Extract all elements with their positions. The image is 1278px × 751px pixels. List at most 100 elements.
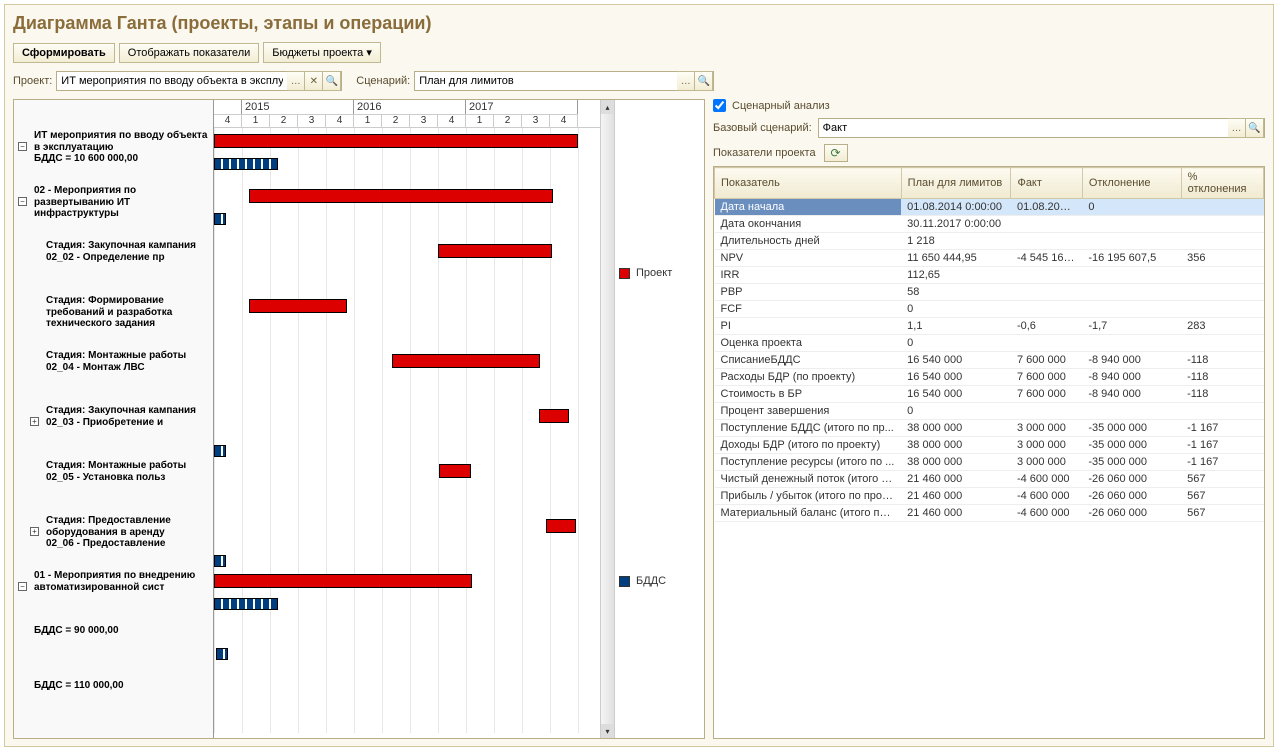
indicator-column-header[interactable]: % отклонения <box>1181 168 1263 199</box>
task-label: 01 - Мероприятия по внедрению автоматизи… <box>34 570 209 593</box>
filter-row: Проект: … ✕ 🔍 Сценарий: … 🔍 <box>13 71 1265 91</box>
show-indicators-button[interactable]: Отображать показатели <box>119 43 259 63</box>
task-row[interactable]: Стадия: Формирование требований и разраб… <box>14 293 213 348</box>
page-title: Диаграмма Ганта (проекты, этапы и операц… <box>13 13 1265 34</box>
indicator-column-header[interactable]: План для лимитов <box>901 168 1011 199</box>
gantt-bar-project[interactable] <box>249 299 347 313</box>
indicator-row[interactable]: FCF0 <box>715 301 1264 318</box>
task-label: БДДС = 90 000,00 <box>34 625 119 637</box>
base-scenario-label: Базовый сценарий: <box>713 122 812 134</box>
task-label: Стадия: Монтажные работы02_05 - Установк… <box>46 460 186 483</box>
toolbar: Сформировать Отображать показатели Бюдже… <box>13 42 1265 63</box>
indicator-row[interactable]: IRR112,65 <box>715 267 1264 284</box>
scroll-down-icon[interactable]: ▾ <box>601 724 614 738</box>
task-row[interactable]: −02 - Мероприятия по развертыванию ИТ ин… <box>14 183 213 238</box>
gantt-bar-project[interactable] <box>439 464 471 478</box>
scenario-input-wrap: … 🔍 <box>414 71 714 91</box>
legend-bdds-label: БДДС <box>636 575 666 587</box>
scenario-input[interactable] <box>415 73 677 89</box>
vertical-scrollbar[interactable]: ▴ ▾ <box>600 100 614 738</box>
base-scenario-input-wrap: … 🔍 <box>818 118 1265 138</box>
indicator-column-header[interactable]: Отклонение <box>1082 168 1181 199</box>
indicator-row[interactable]: Стоимость в БР16 540 0007 600 000-8 940 … <box>715 386 1264 403</box>
expand-icon[interactable]: + <box>30 527 39 536</box>
indicator-row[interactable]: Расходы БДР (по проекту)16 540 0007 600 … <box>715 369 1264 386</box>
gantt-bar-project[interactable] <box>438 244 552 258</box>
gantt-bar-project[interactable] <box>214 134 578 148</box>
project-input[interactable] <box>57 73 287 89</box>
task-label: ИТ мероприятия по вводу объекта в эксплу… <box>34 130 209 165</box>
refresh-button[interactable]: ⟳ <box>824 144 848 162</box>
task-list: −ИТ мероприятия по вводу объекта в экспл… <box>14 100 214 738</box>
gantt-bar-bdds[interactable] <box>216 648 228 660</box>
gantt-legend: Проект БДДС <box>614 100 704 738</box>
indicator-row[interactable]: Дата окончания30.11.2017 0:00:00 <box>715 216 1264 233</box>
task-label: Стадия: Формирование требований и разраб… <box>46 295 209 330</box>
gantt-bar-bdds[interactable] <box>214 213 226 225</box>
indicator-row[interactable]: СписаниеБДДС16 540 0007 600 000-8 940 00… <box>715 352 1264 369</box>
legend-project-label: Проект <box>636 267 672 279</box>
indicator-column-header[interactable]: Факт <box>1011 168 1082 199</box>
task-label: Стадия: Закупочная кампания02_03 - Приоб… <box>46 405 196 428</box>
indicators-pane: Сценарный анализ Базовый сценарий: … 🔍 П… <box>713 99 1265 739</box>
task-row[interactable]: −ИТ мероприятия по вводу объекта в экспл… <box>14 128 213 183</box>
base-scenario-input[interactable] <box>819 120 1228 136</box>
scenario-analysis-checkbox[interactable] <box>713 99 726 112</box>
project-ellipsis-icon[interactable]: … <box>287 71 305 91</box>
base-scenario-ellipsis-icon[interactable]: … <box>1228 118 1246 138</box>
expand-icon[interactable]: + <box>30 417 39 426</box>
project-clear-icon[interactable]: ✕ <box>305 71 323 91</box>
task-label: 02 - Мероприятия по развертыванию ИТ инф… <box>34 185 209 220</box>
task-row[interactable]: Стадия: Закупочная кампания02_02 - Опред… <box>14 238 213 293</box>
project-label: Проект: <box>13 75 52 87</box>
task-row[interactable]: БДДС = 110 000,00 <box>14 678 213 733</box>
gantt-bar-bdds[interactable] <box>214 445 226 457</box>
gantt-bar-bdds[interactable] <box>214 555 226 567</box>
indicator-row[interactable]: Чистый денежный поток (итого п...21 460 … <box>715 471 1264 488</box>
gantt-bar-project[interactable] <box>392 354 540 368</box>
indicators-table[interactable]: ПоказательПлан для лимитовФактОтклонение… <box>713 166 1265 739</box>
indicator-row[interactable]: PBP58 <box>715 284 1264 301</box>
task-row[interactable]: + Стадия: Закупочная кампания02_03 - Прио… <box>14 403 213 458</box>
gantt-bar-project[interactable] <box>249 189 553 203</box>
budgets-dropdown[interactable]: Бюджеты проекта ▾ <box>263 42 381 63</box>
project-input-wrap: … ✕ 🔍 <box>56 71 342 91</box>
base-scenario-search-icon[interactable]: 🔍 <box>1246 118 1264 138</box>
indicator-row[interactable]: Прибыль / убыток (итого по прое...21 460… <box>715 488 1264 505</box>
task-row[interactable]: Стадия: Монтажные работы02_04 - Монтаж Л… <box>14 348 213 403</box>
indicator-row[interactable]: Процент завершения0 <box>715 403 1264 420</box>
indicator-row[interactable]: Доходы БДР (итого по проекту)38 000 0003… <box>715 437 1264 454</box>
indicator-row[interactable]: Оценка проекта0 <box>715 335 1264 352</box>
expand-icon[interactable]: − <box>18 582 27 591</box>
generate-button[interactable]: Сформировать <box>13 43 115 63</box>
indicator-row[interactable]: NPV11 650 444,95-4 545 162,...-16 195 60… <box>715 250 1264 267</box>
task-label: Стадия: Закупочная кампания02_02 - Опред… <box>46 240 196 263</box>
task-row[interactable]: Стадия: Монтажные работы02_05 - Установк… <box>14 458 213 513</box>
indicator-row[interactable]: Поступление БДДС (итого по пр...38 000 0… <box>715 420 1264 437</box>
task-row[interactable]: −01 - Мероприятия по внедрению автоматиз… <box>14 568 213 623</box>
indicator-row[interactable]: Дата начала01.08.2014 0:00:0001.08.2014.… <box>715 199 1264 216</box>
indicators-title: Показатели проекта <box>713 147 816 159</box>
task-row[interactable]: БДДС = 90 000,00 <box>14 623 213 678</box>
scenario-ellipsis-icon[interactable]: … <box>677 71 695 91</box>
legend-red-icon <box>619 268 630 279</box>
expand-icon[interactable]: − <box>18 142 27 151</box>
indicator-row[interactable]: Длительность дней1 218 <box>715 233 1264 250</box>
gantt-bar-bdds[interactable] <box>214 158 278 170</box>
scenario-search-icon[interactable]: 🔍 <box>695 71 713 91</box>
indicator-row[interactable]: PI1,1-0,6-1,7283 <box>715 318 1264 335</box>
indicator-row[interactable]: Поступление ресурсы (итого по ...38 000 … <box>715 454 1264 471</box>
expand-icon[interactable]: − <box>18 197 27 206</box>
task-row[interactable]: +Стадия: Предоставление оборудования в а… <box>14 513 213 568</box>
indicator-row[interactable]: Материальный баланс (итого по ...21 460 … <box>715 505 1264 522</box>
gantt-chart[interactable]: 4201512342016123420171234 <box>214 100 600 738</box>
gantt-bar-project[interactable] <box>539 409 569 423</box>
gantt-bar-bdds[interactable] <box>214 598 278 610</box>
scroll-up-icon[interactable]: ▴ <box>601 100 614 114</box>
gantt-pane: −ИТ мероприятия по вводу объекта в экспл… <box>13 99 705 739</box>
project-search-icon[interactable]: 🔍 <box>323 71 341 91</box>
gantt-bar-project[interactable] <box>214 574 472 588</box>
gantt-bar-project[interactable] <box>546 519 576 533</box>
task-label: Стадия: Монтажные работы02_04 - Монтаж Л… <box>46 350 186 373</box>
indicator-column-header[interactable]: Показатель <box>715 168 902 199</box>
